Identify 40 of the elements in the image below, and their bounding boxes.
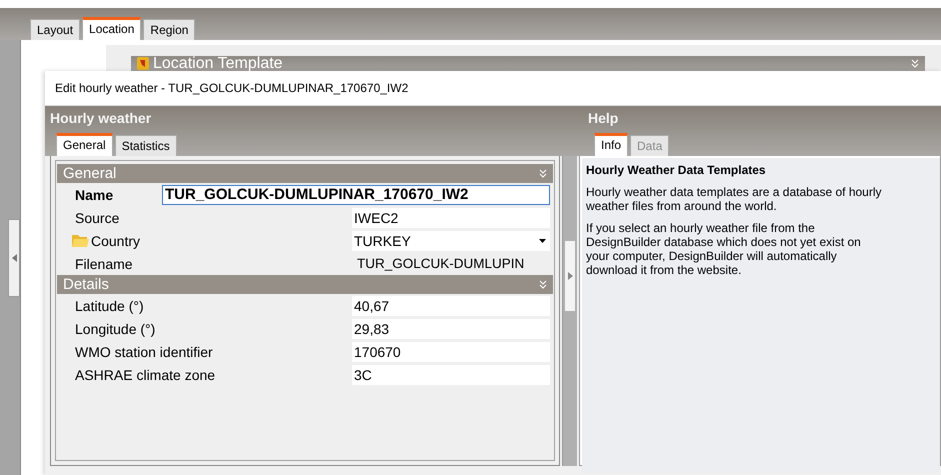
property-value: TUR_GOLCUK-DUMLUPIN xyxy=(356,255,526,273)
value-field[interactable]: 40,67 xyxy=(352,296,550,316)
section-title: General xyxy=(63,165,116,182)
property-label: Country xyxy=(91,232,140,248)
name-field[interactable]: TUR_GOLCUK-DUMLUPINAR_170670_IW2 xyxy=(162,184,550,204)
property-label: ASHRAE climate zone xyxy=(75,366,216,382)
help-heading: Hourly Weather Data Templates xyxy=(586,163,767,177)
property-label: WMO station identifier xyxy=(75,344,213,360)
tab[interactable]: Location xyxy=(82,17,142,40)
help-paragraph: If you select an hourly weather file from the DesignBuilder database which does not yet exist on your computer, DesignBuilder will automatically download it from the website. xyxy=(586,221,862,277)
value-field[interactable]: IWEC2 xyxy=(352,208,550,228)
tab[interactable]: Region xyxy=(143,19,196,40)
tab[interactable]: Info xyxy=(594,133,628,156)
section-title: Details xyxy=(63,276,109,293)
value-field[interactable]: 170670 xyxy=(352,342,550,362)
dropdown-value: TURKEY xyxy=(354,232,411,248)
collapse-arrow-icon[interactable] xyxy=(12,254,16,262)
tab[interactable]: Statistics xyxy=(114,135,177,156)
expand-arrow-icon[interactable] xyxy=(568,272,572,280)
property-label: Name xyxy=(75,186,114,202)
property-label: Filename xyxy=(75,256,133,272)
property-label: Source xyxy=(75,210,120,226)
dialog-title: Edit hourly weather - TUR_GOLCUK-DUMLUPINAR_170670_IW2 xyxy=(45,71,941,106)
panel-title: Help xyxy=(588,110,620,126)
collapse-chevron-icon[interactable] xyxy=(539,169,547,178)
value-field[interactable]: 3C xyxy=(352,364,550,384)
dropdown-field[interactable]: TURKEY xyxy=(352,230,550,250)
panel-title: Location Template xyxy=(153,56,283,71)
value-field[interactable]: 29,83 xyxy=(352,318,550,338)
property-label: Latitude (°) xyxy=(75,298,144,314)
collapse-chevron-icon[interactable] xyxy=(539,280,547,289)
panel-title: Hourly weather xyxy=(50,110,152,126)
tab[interactable]: General xyxy=(56,133,113,156)
property-label: Longitude (°) xyxy=(75,320,156,336)
folder-icon xyxy=(71,233,89,248)
help-paragraph: Hourly weather data templates are a database of hourly weather files from around the world. xyxy=(586,185,883,213)
template-icon xyxy=(137,57,149,70)
dropdown-arrow-icon[interactable] xyxy=(539,238,546,242)
collapse-chevron-icon[interactable] xyxy=(911,59,919,68)
tab[interactable]: Layout xyxy=(30,19,80,40)
